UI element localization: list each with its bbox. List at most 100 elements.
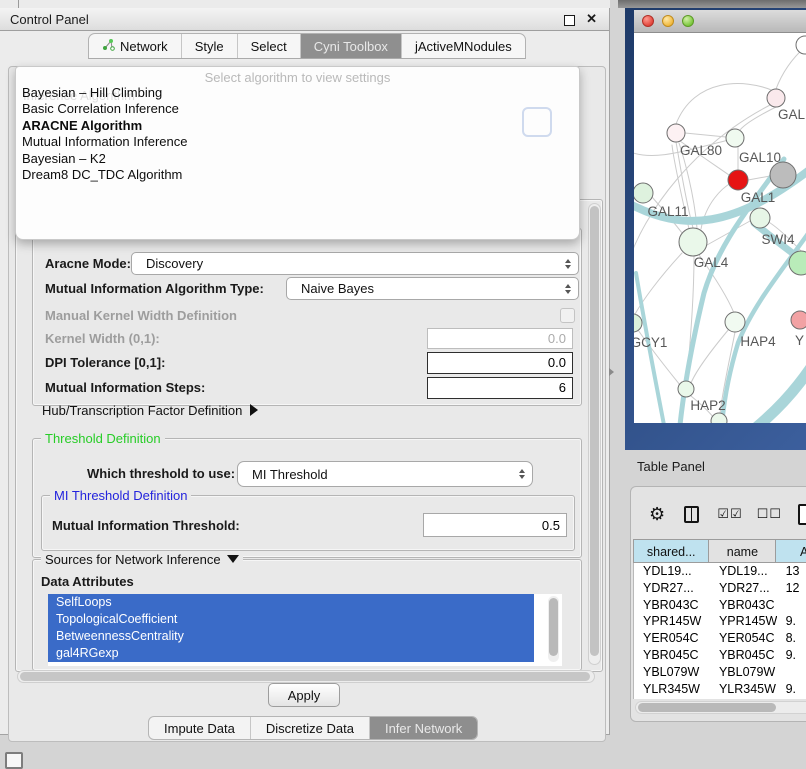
tab-jactivemnodules[interactable]: jActiveMNodules [401,34,525,58]
node-label: GAL4 [694,255,729,270]
minimized-panel-icon[interactable] [5,752,23,769]
sources-group-title[interactable]: Sources for Network Inference [41,552,243,567]
data-attribute-item[interactable]: BetweennessCentrality [48,628,534,645]
algorithm-option[interactable]: Basic Correlation Inference [16,101,579,117]
table-row[interactable]: YBL079WYBL079W [634,664,806,681]
table-cell: 12 [777,580,806,597]
tab-cyni-toolbox[interactable]: Cyni Toolbox [300,34,401,58]
kernel-width-field[interactable]: 0.0 [427,328,573,349]
network-node[interactable] [770,162,796,188]
gear-icon[interactable]: ⚙ [649,504,665,525]
splitter-collapse-icon[interactable] [609,368,614,376]
network-view-window: GALGAL80GAL10GAL1GAL11SWI4GAL4GCY1HAP4YH… [625,8,806,450]
network-canvas[interactable]: GALGAL80GAL10GAL1GAL11SWI4GAL4GCY1HAP4YH… [634,33,806,423]
network-node[interactable] [796,36,806,54]
tab-impute-data[interactable]: Impute Data [149,717,250,739]
mi-steps-label: Mutual Information Steps: [45,380,205,395]
combo-arrows-icon [565,259,571,269]
tab-discretize-data[interactable]: Discretize Data [250,717,369,739]
zoom-traffic-light-icon[interactable] [682,15,694,27]
top-tick [18,0,19,8]
table-cell: YDR27... [710,580,777,597]
network-node-gal1[interactable] [728,170,748,190]
algorithm-option[interactable]: Bayesian – Hill Climbing [16,85,579,101]
network-node-hap2[interactable] [678,381,694,397]
data-attribute-item[interactable]: gal4RGexp [48,645,534,662]
node-label: HAP2 [690,398,725,413]
node-table: shared...nameA YDL19...YDL19...13YDR27..… [633,539,806,699]
cyni-toolbox-panel: galFiltered.sif default node Inference A… [8,66,606,742]
table-row[interactable]: YBR043CYBR043C [634,597,806,614]
settings-horizontal-scrollbar[interactable] [17,670,595,683]
column-header[interactable]: shared... [633,539,709,563]
network-node-gcy1[interactable] [634,314,642,332]
network-node-gal80[interactable] [667,124,685,142]
which-threshold-combo[interactable]: MI Threshold [237,461,533,487]
table-horizontal-scrollbar[interactable] [635,701,806,714]
float-window-icon[interactable] [564,15,575,26]
table-row[interactable]: YBR045CYBR045C9. [634,647,806,664]
network-edge[interactable] [685,133,726,137]
network-node-y[interactable] [791,311,806,329]
sources-group: Sources for Network Inference Data Attri… [32,559,582,671]
tab-select[interactable]: Select [237,34,300,58]
deselect-all-checkboxes-icon[interactable]: ☐☐ [757,507,782,522]
split-columns-icon[interactable] [684,506,699,523]
network-edge[interactable] [740,107,776,130]
table-cell: YIL052C [634,697,710,699]
table-row[interactable]: YLR345WYLR345W9. [634,681,806,698]
apply-button[interactable]: Apply [268,683,340,707]
table-cell: 13 [777,563,806,580]
table-row[interactable]: YIL052CYIL052C9. [634,697,806,699]
close-traffic-light-icon[interactable] [642,15,654,27]
network-node-gal4[interactable] [679,228,707,256]
tab-network[interactable]: Network [89,34,181,58]
algorithm-option[interactable]: Dream8 DC_TDC Algorithm [16,167,579,183]
mi-type-combo[interactable]: Naive Bayes [286,277,579,300]
which-threshold-value: MI Threshold [252,467,328,482]
data-attribute-item[interactable]: SelfLoops [48,594,534,611]
mi-type-label: Mutual Information Algorithm Type: [45,281,264,296]
table-cell: YBR043C [710,597,777,614]
node-label: HAP4 [740,334,776,349]
network-node-swi4[interactable] [750,208,770,228]
algorithm-option[interactable]: ARACNE Algorithm [16,118,579,134]
network-window-titlebar [634,10,806,33]
network-edge-strong[interactable] [752,363,806,423]
algorithm-dropdown-popup: Inference Algorithm Select algorithm to … [15,66,580,240]
table-cell: YPR145W [710,613,777,630]
column-header[interactable]: A [776,539,806,563]
kernel-width-label: Kernel Width (0,1): [45,331,160,346]
export-table-icon[interactable] [798,504,806,525]
network-edge[interactable] [676,84,774,124]
network-node-gal10[interactable] [726,129,744,147]
table-cell: YDL19... [710,563,777,580]
table-row[interactable]: YDL19...YDL19...13 [634,563,806,580]
dpi-tolerance-field[interactable]: 0.0 [427,352,573,374]
network-node-gal11[interactable] [634,183,653,203]
algorithm-option[interactable]: Bayesian – K2 [16,151,579,167]
table-panel-title: Table Panel [637,459,705,474]
manual-kernel-checkbox[interactable] [560,308,575,323]
mi-steps-field[interactable]: 6 [427,377,573,399]
network-node-hap4[interactable] [725,312,745,332]
data-attribute-item[interactable]: TopologicalCoefficient [48,611,534,628]
aracne-mode-value: Discovery [146,256,203,271]
select-all-checkboxes-icon[interactable]: ☑☑ [717,507,742,522]
node-label: Y [795,333,804,348]
table-row[interactable]: YER054CYER054C8. [634,630,806,647]
close-icon[interactable]: ✕ [586,11,597,27]
mi-threshold-field[interactable]: 0.5 [423,513,567,537]
table-row[interactable]: YDR27...YDR27...12 [634,580,806,597]
list-scrollbar[interactable] [548,596,559,662]
tab-style[interactable]: Style [181,34,237,58]
column-header[interactable]: name [709,539,776,563]
algorithm-option[interactable]: Mutual Information Inference [16,134,579,150]
minimize-traffic-light-icon[interactable] [662,15,674,27]
tab-infer-network[interactable]: Infer Network [369,717,477,739]
settings-vertical-scrollbar[interactable] [588,203,601,665]
table-row[interactable]: YPR145WYPR145W9. [634,613,806,630]
aracne-mode-combo[interactable]: Discovery [131,252,579,275]
network-node-gal[interactable] [767,89,785,107]
hub-definition-expander[interactable]: Hub/Transcription Factor Definition [42,403,258,418]
